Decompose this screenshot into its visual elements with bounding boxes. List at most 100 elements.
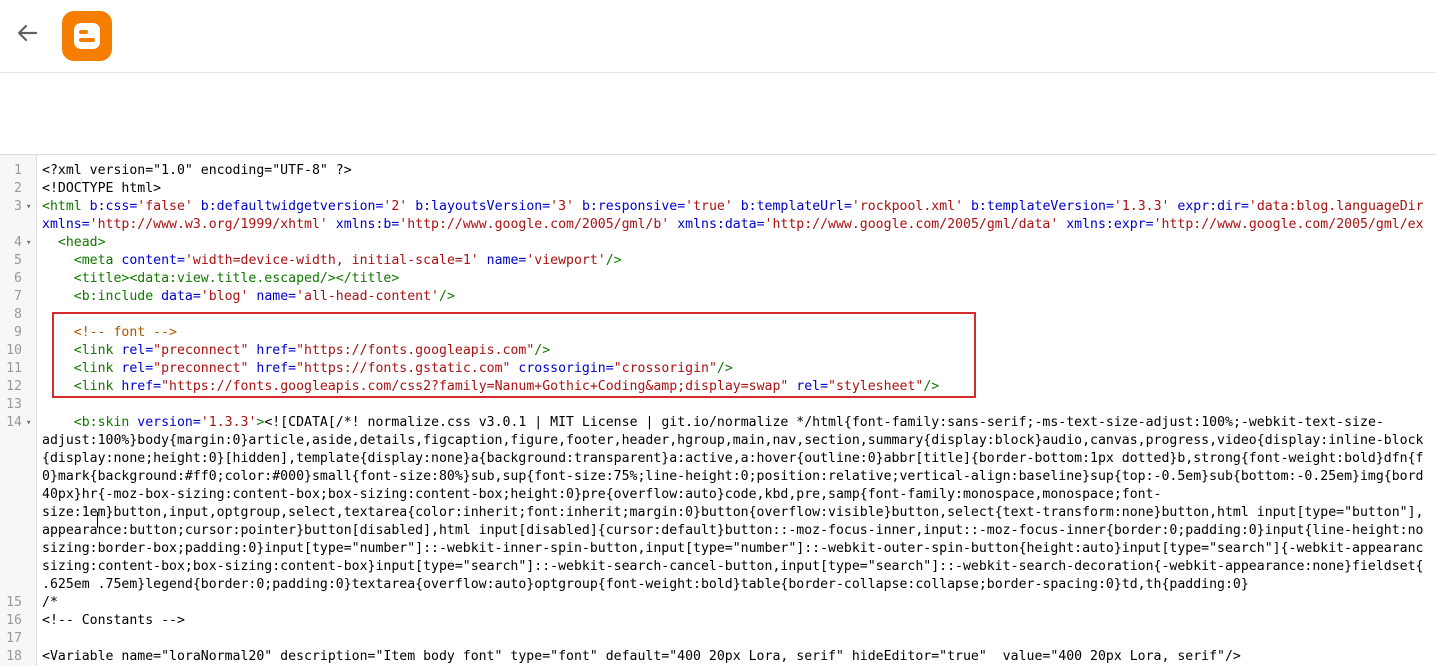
- code-line[interactable]: 11 <link rel="preconnect" href="https://…: [0, 360, 1436, 378]
- code-token: <b:skin: [42, 415, 138, 430]
- code-token: '1.3.3': [1113, 199, 1170, 214]
- code-line[interactable]: 3 ▾ <html b:css='false' b:defaultwidgetver…: [0, 198, 1436, 216]
- line-number: 17: [6, 631, 22, 646]
- line-number: 5: [14, 253, 22, 268]
- code-token: 'data:blog.languageDir: [1248, 199, 1424, 214]
- line-number: 8: [14, 307, 22, 322]
- code-line[interactable]: .625em .75em}legend{border:0;padding:0}t…: [0, 576, 1436, 594]
- code-token: />: [923, 379, 940, 394]
- line-number: 7: [14, 289, 22, 304]
- code-token: appearance:button;cursor:pointer}button[…: [42, 523, 1424, 538]
- code-token: />: [716, 361, 733, 376]
- code-token: 'width=device-width, initial-scale=1': [184, 253, 479, 268]
- line-number: 16: [6, 613, 22, 628]
- code-token: />: [439, 289, 455, 304]
- blogger-logo-icon[interactable]: [62, 11, 112, 61]
- code-token: <!-- font -->: [42, 325, 177, 340]
- code-line[interactable]: 15 /*: [0, 594, 1436, 612]
- code-text: <meta content='width=device-width, initi…: [42, 252, 622, 270]
- code-line[interactable]: 9 <!-- font -->: [0, 324, 1436, 342]
- code-line[interactable]: adjust:100%}body{margin:0}article,aside,…: [0, 432, 1436, 450]
- text-cursor: [97, 512, 98, 528]
- code-text: sizing:border-box;padding:0}input[type="…: [42, 540, 1423, 558]
- code-token: b:templateUrl=: [732, 199, 852, 214]
- code-token: version=: [137, 415, 201, 430]
- code-token: 'blog': [200, 289, 249, 304]
- code-line[interactable]: xmlns='http://www.w3.org/1999/xhtml' xml…: [0, 216, 1436, 234]
- code-text: sizing:content-box;box-sizing:content-bo…: [42, 558, 1423, 576]
- toolbar-area: [0, 73, 1436, 154]
- line-number: 13: [6, 397, 22, 412]
- arrow-left-icon: [17, 24, 38, 42]
- code-text: <b:include data='blog' name='all-head-co…: [42, 288, 455, 306]
- code-line[interactable]: 13: [0, 396, 1436, 414]
- code-token: href=: [248, 343, 297, 358]
- code-token: />: [605, 253, 622, 268]
- code-line[interactable]: {display:none;height:0}[hidden],template…: [0, 450, 1436, 468]
- code-token: xmlns:data=: [669, 217, 765, 232]
- code-token: <html: [42, 199, 90, 214]
- code-token: <link: [42, 361, 122, 376]
- fold-toggle-icon[interactable]: ▾: [26, 414, 31, 432]
- code-line[interactable]: 12 <link href="https://fonts.googleapis.…: [0, 378, 1436, 396]
- code-text: /*: [42, 594, 58, 612]
- code-token: <?xml version="1.0" encoding="UTF-8" ?>: [42, 163, 352, 178]
- code-token: .625em .75em}legend{border:0;padding:0}t…: [42, 577, 1249, 592]
- code-text: 40px}hr{-moz-box-sizing:content-box;box-…: [42, 486, 1161, 504]
- code-token: 'viewport': [526, 253, 606, 268]
- code-token: "crossorigin": [613, 361, 717, 376]
- code-line[interactable]: 40px}hr{-moz-box-sizing:content-box;box-…: [0, 486, 1436, 504]
- line-number: 12: [6, 379, 22, 394]
- code-token: "preconnect": [153, 361, 249, 376]
- code-token: rel=: [121, 361, 154, 376]
- code-token: adjust:100%}body{margin:0}article,aside,…: [42, 433, 1424, 448]
- code-token: 'http://www.google.com/2005/gml/ex: [1153, 217, 1424, 232]
- code-line[interactable]: sizing:border-box;padding:0}input[type="…: [0, 540, 1436, 558]
- code-line[interactable]: 18 <Variable name="loraNormal20" descript…: [0, 648, 1436, 666]
- code-line[interactable]: sizing:content-box;box-sizing:content-bo…: [0, 558, 1436, 576]
- code-token: 'rockpool.xml': [851, 199, 964, 214]
- code-lines[interactable]: 1 <?xml version="1.0" encoding="UTF-8" ?>…: [0, 162, 1436, 666]
- code-token: rel=: [788, 379, 829, 394]
- code-text: appearance:button;cursor:pointer}button[…: [42, 522, 1423, 540]
- back-button[interactable]: [12, 18, 42, 48]
- code-token: <meta: [42, 253, 122, 268]
- code-token: "stylesheet": [828, 379, 924, 394]
- line-number: 3: [14, 199, 22, 214]
- code-token: b:css=: [89, 199, 138, 214]
- code-line[interactable]: 4 ▾ <head>: [0, 234, 1436, 252]
- top-app-bar: [0, 0, 1436, 73]
- line-number: 1: [14, 163, 22, 178]
- code-token: <!DOCTYPE html>: [42, 181, 162, 196]
- line-number: 11: [6, 361, 22, 376]
- code-line[interactable]: 1 <?xml version="1.0" encoding="UTF-8" ?>: [0, 162, 1436, 180]
- code-line[interactable]: 0}mark{background:#ff0;color:#000}small{…: [0, 468, 1436, 486]
- code-line[interactable]: size:1em}button,input,optgroup,select,te…: [0, 504, 1436, 522]
- fold-toggle-icon[interactable]: ▾: [26, 198, 31, 216]
- code-line[interactable]: 10 <link rel="preconnect" href="https://…: [0, 342, 1436, 360]
- code-token: href=: [248, 361, 297, 376]
- fold-toggle-icon[interactable]: ▾: [26, 234, 31, 252]
- code-line[interactable]: appearance:button;cursor:pointer}button[…: [0, 522, 1436, 540]
- code-token: <!-- Constants -->: [42, 613, 185, 628]
- code-line[interactable]: 14 ▾ <b:skin version='1.3.3'><![CDATA[/*!…: [0, 414, 1436, 432]
- code-token: '2': [383, 199, 408, 214]
- code-line[interactable]: 17: [0, 630, 1436, 648]
- code-line[interactable]: 8: [0, 306, 1436, 324]
- code-token: <link: [42, 379, 122, 394]
- code-line[interactable]: 7 <b:include data='blog' name='all-head-…: [0, 288, 1436, 306]
- code-token: /*: [42, 595, 58, 610]
- code-line[interactable]: 6 <title><data:view.title.escaped/></tit…: [0, 270, 1436, 288]
- code-token: b:responsive=: [574, 199, 686, 214]
- code-line[interactable]: 16 <!-- Constants -->: [0, 612, 1436, 630]
- code-token: <link: [42, 343, 122, 358]
- code-line[interactable]: 2 <!DOCTYPE html>: [0, 180, 1436, 198]
- code-token: crossorigin=: [510, 361, 614, 376]
- html-code-editor[interactable]: 1 <?xml version="1.0" encoding="UTF-8" ?>…: [0, 154, 1436, 666]
- line-number: 18: [6, 649, 22, 664]
- code-token: name=: [478, 253, 527, 268]
- code-token: xmlns=: [42, 217, 90, 232]
- code-token: '3': [550, 199, 574, 214]
- code-line[interactable]: 5 <meta content='width=device-width, ini…: [0, 252, 1436, 270]
- code-text: <!-- font -->: [42, 324, 177, 342]
